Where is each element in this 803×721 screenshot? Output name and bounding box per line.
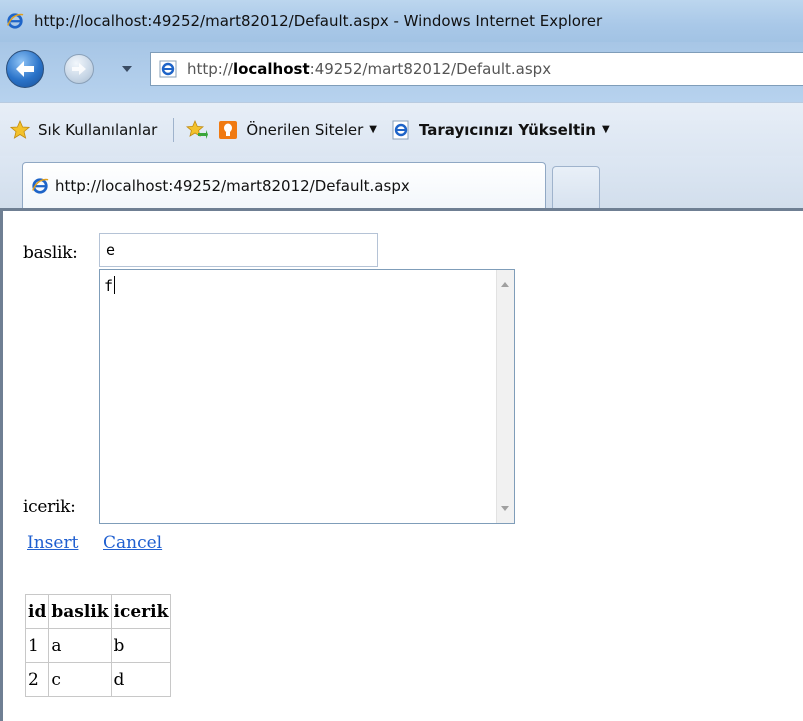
ie-page-icon [392,120,409,139]
suggested-sites-label: Önerilen Siteler [246,120,364,139]
star-icon [10,119,30,139]
page-content: baslik: f icerik: Insert Cancel id basli… [3,211,803,721]
url-scheme: http:// [187,60,233,78]
lightbulb-icon [219,120,238,139]
icerik-textarea[interactable]: f [99,269,515,524]
address-bar[interactable]: http://localhost:49252/mart82012/Default… [150,52,803,86]
url-host: localhost [232,60,310,78]
address-url[interactable]: http://localhost:49252/mart82012/Default… [187,60,551,78]
cancel-link[interactable]: Cancel [103,533,162,553]
column-header-baslik: baslik [48,594,112,629]
textarea-scrollbar[interactable] [496,270,514,523]
favorites-label: Sık Kullanılanlar [38,120,158,139]
table-cell: 2 [24,662,50,697]
new-tab-button[interactable] [552,166,600,208]
table-header-row: id baslik icerik [24,594,172,629]
history-dropdown-icon[interactable] [120,62,134,76]
page-icon [159,60,177,78]
baslik-input[interactable] [99,233,378,267]
navigation-bar: http://localhost:49252/mart82012/Default… [0,42,803,102]
suggested-sites-button[interactable]: Önerilen Siteler ▼ [218,120,377,140]
back-arrow-icon [16,61,34,77]
chevron-down-icon: ▼ [601,124,610,135]
icerik-label: icerik: [23,497,76,517]
table-cell: b [110,628,172,663]
table-row: 2 c d [24,662,172,697]
ie-logo-icon [7,13,24,29]
favorites-bar: Sık Kullanılanlar Önerilen Siteler ▼ Tar… [0,102,803,156]
insert-link[interactable]: Insert [27,533,78,553]
data-grid: id baslik icerik 1 a b 2 c d [24,594,172,697]
window-title-bar: http://localhost:49252/mart82012/Default… [0,0,803,42]
baslik-label: baslik: [23,243,78,263]
tab-default-aspx[interactable]: http://localhost:49252/mart82012/Default… [22,162,546,208]
favorites-button[interactable]: Sık Kullanılanlar [10,119,158,140]
tab-bar: http://localhost:49252/mart82012/Default… [0,156,803,208]
table-cell: a [48,628,112,663]
text-cursor [114,276,116,294]
add-favorite-icon[interactable] [186,119,209,140]
window-title: http://localhost:49252/mart82012/Default… [34,12,603,30]
upgrade-browser-label: Tarayıcınızı Yükseltin [418,120,596,139]
tab-label: http://localhost:49252/mart82012/Default… [55,176,410,195]
icerik-text: f [104,276,116,295]
table-cell: c [48,662,112,697]
table-cell: d [110,662,172,697]
upgrade-browser-button[interactable]: Tarayıcınızı Yükseltin ▼ [391,120,610,140]
column-header-icerik: icerik [110,594,172,629]
scroll-up-icon[interactable] [501,282,509,287]
back-button[interactable] [6,50,44,88]
chevron-down-icon: ▼ [369,124,377,135]
column-header-id: id [24,594,50,629]
favorites-separator [173,117,175,142]
table-cell: 1 [24,628,50,663]
scroll-down-icon[interactable] [501,506,509,511]
ie-logo-icon [32,177,49,194]
table-row: 1 a b [24,628,172,663]
forward-arrow-icon [72,63,86,75]
icerik-value: f [104,277,114,295]
url-path: :49252/mart82012/Default.aspx [309,60,552,78]
forward-button[interactable] [64,54,94,84]
